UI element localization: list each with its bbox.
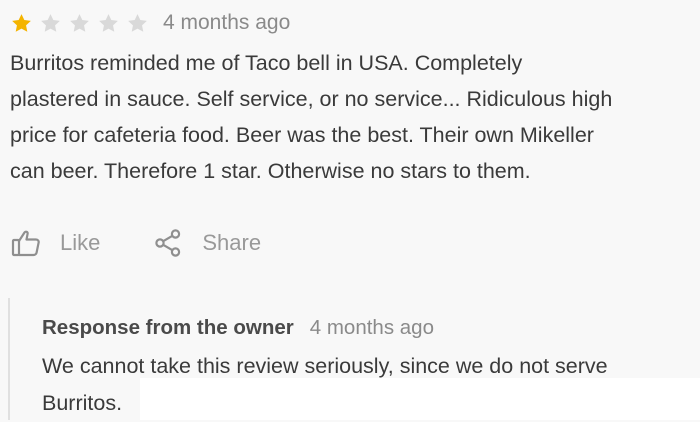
owner-response-title: Response from the owner [42,316,294,339]
share-icon [152,227,184,259]
thumbs-up-icon [10,227,42,259]
review-actions: Like Share [10,223,313,263]
owner-response-time: 4 months ago [309,316,434,339]
share-label: Share [202,230,262,255]
owner-response-text: We cannot take this review seriously, si… [42,354,608,415]
like-button[interactable]: Like [10,227,100,259]
owner-response-header: Response from the owner 4 months ago [42,316,434,340]
star-empty-icon [39,12,62,35]
owner-response: Response from the owner 4 months ago We … [8,298,700,420]
review-text: Burritos reminded me of Taco bell in USA… [10,51,613,183]
star-empty-icon [97,12,120,35]
rating-row: 4 months ago [10,6,290,40]
review-time: 4 months ago [163,11,291,34]
star-filled-icon [10,12,33,35]
star-empty-icon [68,12,91,35]
like-label: Like [60,230,101,255]
star-rating [10,12,155,35]
star-empty-icon [126,12,149,35]
share-button[interactable]: Share [152,227,261,259]
